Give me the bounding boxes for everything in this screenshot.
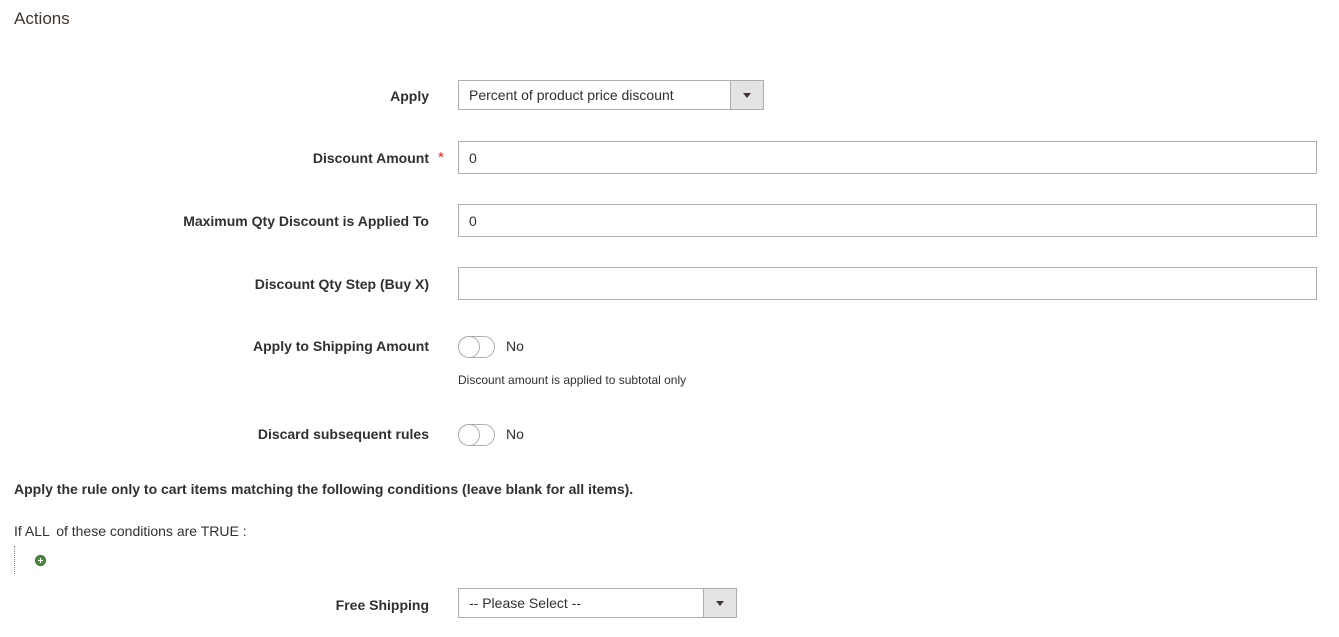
toggle-knob [458, 336, 480, 358]
free-shipping-select-value: -- Please Select -- [469, 595, 582, 611]
qty-step-label: Discount Qty Step (Buy X) [254, 276, 429, 292]
apply-select[interactable]: Percent of product price discount [458, 80, 764, 110]
conditions-suffix: : [242, 523, 247, 539]
required-asterisk: * [438, 149, 444, 166]
discount-amount-input[interactable] [458, 141, 1317, 174]
chevron-down-icon[interactable] [703, 589, 736, 617]
chevron-down-icon[interactable] [730, 81, 763, 109]
toggle-knob [458, 424, 480, 446]
max-qty-label: Maximum Qty Discount is Applied To [183, 213, 429, 229]
apply-shipping-toggle[interactable] [458, 336, 495, 358]
conditions-tree [14, 546, 16, 574]
conditions-middle: of these conditions are [56, 523, 198, 539]
discard-rules-toggle[interactable] [458, 424, 495, 446]
discard-rules-state: No [506, 426, 524, 442]
apply-label: Apply [390, 88, 429, 104]
max-qty-input[interactable] [458, 204, 1317, 237]
conditions-statement: If ALL of these conditions are TRUE : [14, 523, 247, 539]
discount-amount-label: Discount Amount [312, 150, 429, 166]
add-condition-icon[interactable] [35, 555, 46, 566]
apply-shipping-label: Apply to Shipping Amount [252, 338, 429, 354]
apply-select-value: Percent of product price discount [469, 87, 674, 103]
conditions-prefix: If [14, 523, 22, 539]
apply-shipping-state: No [506, 338, 524, 354]
apply-shipping-note: Discount amount is applied to subtotal o… [458, 373, 687, 387]
conditions-instruction: Apply the rule only to cart items matchi… [14, 481, 634, 497]
conditions-aggregator-link[interactable]: ALL [25, 523, 49, 539]
section-title: Actions [14, 9, 70, 28]
discard-rules-label: Discard subsequent rules [257, 426, 429, 442]
free-shipping-label: Free Shipping [335, 597, 429, 613]
qty-step-input[interactable] [458, 267, 1317, 300]
free-shipping-select[interactable]: -- Please Select -- [458, 588, 737, 618]
conditions-value-link[interactable]: TRUE [201, 523, 239, 539]
